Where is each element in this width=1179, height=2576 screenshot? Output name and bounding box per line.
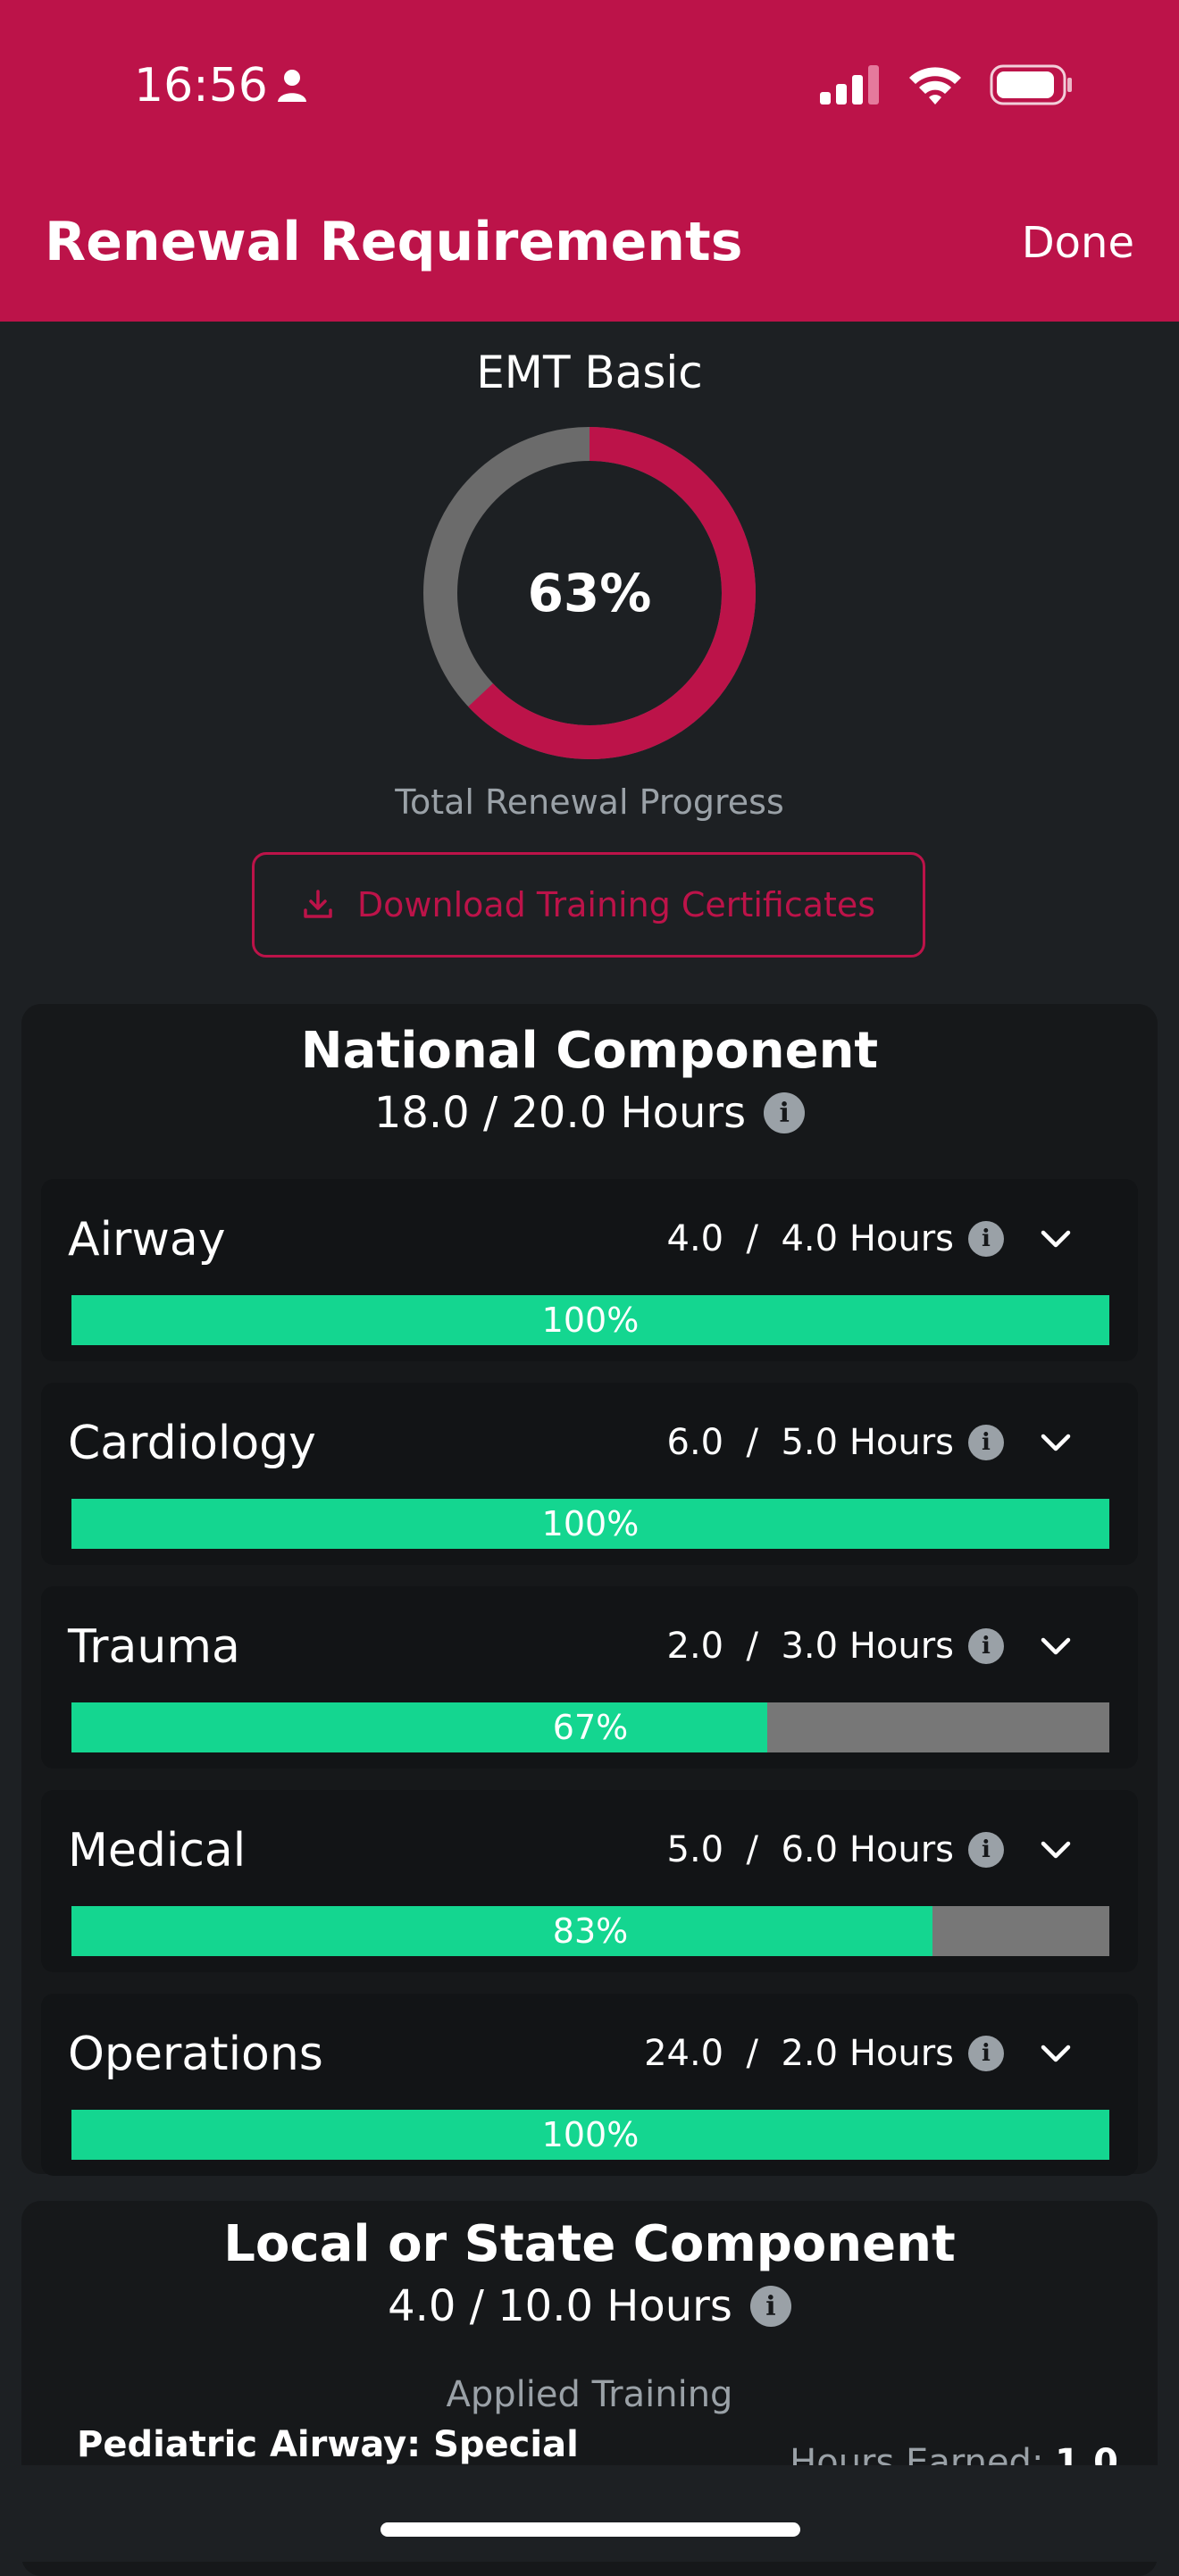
category-hours: 24.0 / 2.0 Hours i [644, 2033, 1004, 2074]
category-hours-text: 6.0 / 5.0 Hours [666, 1422, 955, 1463]
category-name: Medical [68, 1824, 247, 1878]
category-name: Trauma [68, 1620, 240, 1674]
category-hours-required: 4.0 [781, 1218, 839, 1259]
category-hours-unit: Hours [849, 1422, 954, 1463]
battery-icon [990, 64, 1072, 105]
category-hours-required: 3.0 [781, 1626, 839, 1667]
category-progress-bar: 83% [71, 1906, 1109, 1956]
download-certificates-label: Download Training Certificates [356, 885, 876, 924]
category-name: Cardiology [68, 1417, 316, 1470]
category-progress-bar: 100% [71, 2110, 1109, 2160]
category-row-operations[interactable]: Operations 24.0 / 2.0 Hours i 100% [41, 1994, 1138, 2176]
local-component-hours: 4.0 / 10.0 Hours i [21, 2281, 1158, 2331]
page-title: Renewal Requirements [45, 211, 743, 273]
category-hours-earned: 5.0 [666, 1829, 724, 1870]
category-hours-unit: Hours [849, 1218, 954, 1259]
renewal-progress-label: Total Renewal Progress [395, 782, 784, 822]
category-progress-percent: 100% [541, 1301, 640, 1340]
category-progress-bar: 100% [71, 1295, 1109, 1345]
category-hours-required: 6.0 [781, 1829, 839, 1870]
category-row-medical[interactable]: Medical 5.0 / 6.0 Hours i 83% [41, 1790, 1138, 1972]
category-progress-percent: 83% [552, 1911, 629, 1951]
category-hours-required: 2.0 [781, 2033, 839, 2074]
category-hours-required: 5.0 [781, 1422, 839, 1463]
category-hours-text: 2.0 / 3.0 Hours [666, 1626, 955, 1667]
national-hours-text: 18.0 / 20.0 Hours [373, 1088, 747, 1138]
chevron-down-icon[interactable] [1038, 1633, 1074, 1661]
category-hours: 4.0 / 4.0 Hours i [666, 1218, 1004, 1259]
info-icon[interactable]: i [764, 1092, 806, 1133]
category-hours-text: 5.0 / 6.0 Hours [666, 1829, 955, 1870]
category-hours-earned: 6.0 [666, 1422, 724, 1463]
category-hours-unit: Hours [849, 1626, 954, 1667]
done-button[interactable]: Done [1022, 218, 1134, 268]
info-icon[interactable]: i [968, 1832, 1004, 1868]
home-indicator[interactable] [380, 2522, 800, 2537]
category-hours-earned: 24.0 [644, 2033, 724, 2074]
category-hours-text: 24.0 / 2.0 Hours [644, 2033, 954, 2074]
download-certificates-button[interactable]: Download Training Certificates [252, 852, 925, 958]
header: 16:56 Renewal Requirements Done [0, 0, 1179, 322]
chevron-down-icon[interactable] [1038, 2040, 1074, 2069]
category-hours-text: 4.0 / 4.0 Hours [666, 1218, 955, 1259]
local-hours-unit: Hours [606, 2281, 732, 2331]
category-hours: 2.0 / 3.0 Hours i [666, 1626, 1004, 1667]
category-hours-unit: Hours [849, 1829, 954, 1870]
category-progress-percent: 100% [541, 1504, 640, 1543]
training-item-title[interactable]: Pediatric Airway: Special [77, 2424, 579, 2465]
category-progress-percent: 100% [541, 2115, 640, 2154]
wifi-icon [909, 67, 961, 105]
national-component-hours: 18.0 / 20.0 Hours i [21, 1088, 1158, 1138]
download-icon [304, 890, 332, 918]
category-row-airway[interactable]: Airway 4.0 / 4.0 Hours i 100% [41, 1179, 1138, 1361]
info-icon[interactable]: i [968, 1628, 1004, 1664]
local-hours-required: 10.0 [498, 2281, 593, 2331]
national-component-title: National Component [300, 1022, 879, 1080]
national-hours-unit: Hours [620, 1088, 747, 1138]
bottom-safe-area [0, 2465, 1179, 2562]
info-icon[interactable]: i [749, 2286, 791, 2327]
status-bar-time: 16:56 [134, 59, 307, 113]
person-icon [277, 70, 306, 102]
applied-training-label: Applied Training [446, 2374, 733, 2415]
info-icon[interactable]: i [968, 2036, 1004, 2071]
status-time-text: 16:56 [134, 59, 268, 113]
info-icon[interactable]: i [968, 1425, 1004, 1460]
category-hours-unit: Hours [849, 2033, 954, 2074]
certification-name: EMT Basic [476, 347, 703, 398]
category-row-trauma[interactable]: Trauma 2.0 / 3.0 Hours i 67% [41, 1586, 1138, 1769]
info-icon[interactable]: i [968, 1221, 1004, 1257]
category-row-cardiology[interactable]: Cardiology 6.0 / 5.0 Hours i 100% [41, 1383, 1138, 1565]
local-hours-text: 4.0 / 10.0 Hours [388, 2281, 732, 2331]
category-hours: 5.0 / 6.0 Hours i [666, 1829, 1004, 1870]
cellular-signal-icon [820, 65, 879, 105]
local-component-title: Local or State Component [223, 2215, 956, 2273]
status-bar-icons [820, 64, 1074, 105]
local-hours-earned: 4.0 [388, 2281, 456, 2331]
category-hours-earned: 2.0 [666, 1626, 724, 1667]
category-progress-bar: 100% [71, 1499, 1109, 1549]
chevron-down-icon[interactable] [1038, 1836, 1074, 1865]
category-progress-percent: 67% [552, 1708, 629, 1747]
national-hours-earned: 18.0 [373, 1088, 470, 1138]
category-name: Airway [68, 1213, 226, 1267]
category-hours: 6.0 / 5.0 Hours i [666, 1422, 1004, 1463]
category-name: Operations [68, 2028, 323, 2081]
category-progress-bar: 67% [71, 1702, 1109, 1752]
category-hours-earned: 4.0 [666, 1218, 724, 1259]
national-component-card: National Component 18.0 / 20.0 Hours i A… [21, 1004, 1158, 2176]
national-hours-required: 20.0 [511, 1088, 607, 1138]
chevron-down-icon[interactable] [1038, 1225, 1074, 1254]
renewal-progress-percent: 63% [527, 563, 652, 623]
chevron-down-icon[interactable] [1038, 1429, 1074, 1458]
